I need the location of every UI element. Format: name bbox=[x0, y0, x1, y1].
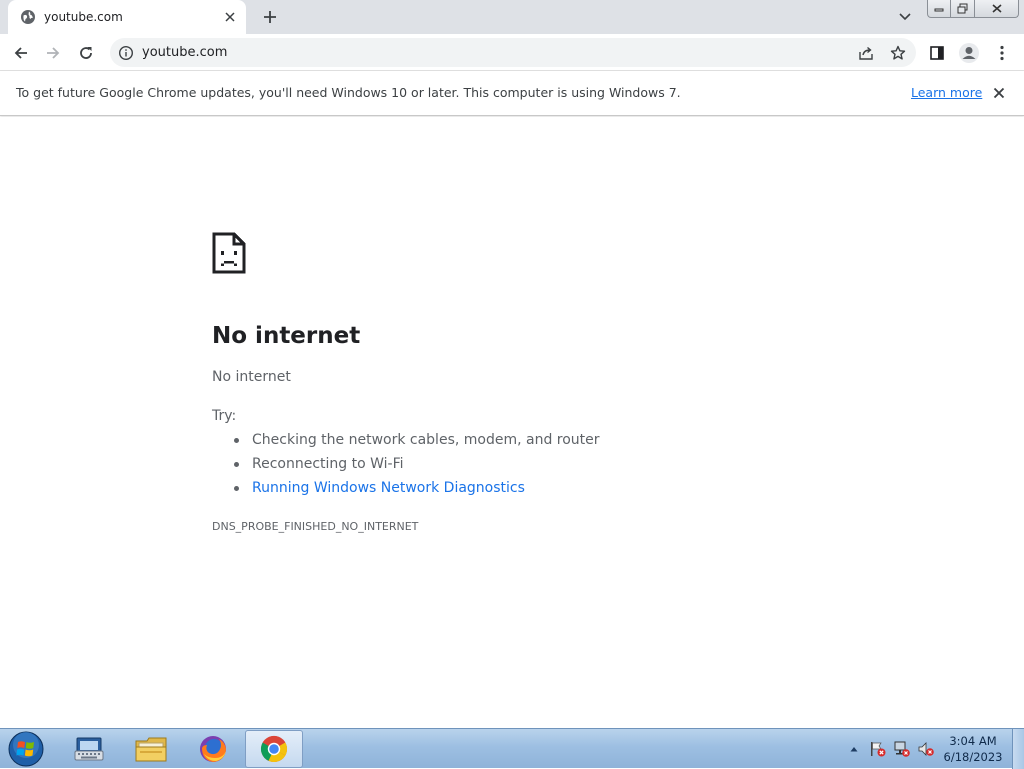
profile-avatar-icon[interactable] bbox=[957, 41, 981, 65]
infobar-message: To get future Google Chrome updates, you… bbox=[16, 85, 681, 100]
chrome-icon[interactable] bbox=[245, 730, 303, 768]
learn-more-link[interactable]: Learn more bbox=[911, 85, 982, 101]
address-text: youtube.com bbox=[142, 45, 228, 60]
error-subtitle: No internet bbox=[212, 369, 291, 385]
show-hidden-icons-icon[interactable] bbox=[842, 737, 866, 761]
window-controls bbox=[927, 0, 1019, 18]
on-screen-keyboard-icon[interactable] bbox=[60, 730, 118, 768]
action-center-flag-icon[interactable] bbox=[866, 737, 890, 761]
tab-youtube[interactable]: youtube.com bbox=[8, 0, 246, 34]
suggestion-list: Checking the network cables, modem, and … bbox=[232, 431, 600, 503]
clock-time: 3:04 AM bbox=[949, 734, 997, 748]
show-desktop-button[interactable] bbox=[1012, 729, 1024, 769]
tab-title: youtube.com bbox=[44, 10, 123, 24]
share-icon[interactable] bbox=[856, 43, 876, 63]
try-label: Try: bbox=[212, 408, 237, 424]
sad-document-icon bbox=[212, 232, 246, 274]
clock-date: 6/18/2023 bbox=[943, 750, 1003, 764]
reload-icon[interactable] bbox=[74, 41, 98, 65]
forward-icon[interactable] bbox=[41, 41, 65, 65]
error-page: No internet No internet Try: Checking th… bbox=[0, 117, 1024, 728]
suggestion-check-cables: Checking the network cables, modem, and … bbox=[232, 431, 600, 455]
back-icon[interactable] bbox=[9, 41, 33, 65]
side-panel-icon[interactable] bbox=[925, 41, 949, 65]
new-tab-icon[interactable] bbox=[260, 7, 280, 27]
globe-icon bbox=[20, 9, 36, 25]
browser-toolbar: youtube.com bbox=[0, 34, 1024, 71]
update-infobar: To get future Google Chrome updates, you… bbox=[0, 71, 1024, 116]
minimize-icon[interactable] bbox=[927, 0, 951, 18]
start-button[interactable] bbox=[4, 731, 48, 767]
firefox-icon[interactable] bbox=[184, 730, 242, 768]
system-tray bbox=[842, 729, 938, 769]
address-bar[interactable]: youtube.com bbox=[110, 38, 916, 67]
network-icon[interactable] bbox=[890, 737, 914, 761]
file-explorer-icon[interactable] bbox=[122, 730, 180, 768]
taskbar: 3:04 AM 6/18/2023 bbox=[0, 728, 1024, 769]
tab-strip: youtube.com bbox=[0, 0, 1024, 34]
infobar-close-icon[interactable] bbox=[990, 84, 1008, 102]
tab-close-icon[interactable] bbox=[221, 8, 239, 26]
volume-muted-icon[interactable] bbox=[914, 737, 938, 761]
menu-kebab-icon[interactable] bbox=[990, 41, 1014, 65]
suggestion-reconnect-wifi: Reconnecting to Wi-Fi bbox=[232, 455, 600, 479]
bookmark-star-icon[interactable] bbox=[888, 43, 908, 63]
error-code: DNS_PROBE_FINISHED_NO_INTERNET bbox=[212, 520, 419, 533]
tab-search-chevron-icon[interactable] bbox=[895, 8, 915, 26]
network-diagnostics-link[interactable]: Running Windows Network Diagnostics bbox=[232, 479, 600, 503]
error-title: No internet bbox=[212, 323, 361, 349]
window-close-icon[interactable] bbox=[975, 0, 1019, 18]
restore-icon[interactable] bbox=[951, 0, 975, 18]
site-info-icon[interactable] bbox=[118, 45, 134, 61]
taskbar-clock[interactable]: 3:04 AM 6/18/2023 bbox=[940, 733, 1006, 765]
